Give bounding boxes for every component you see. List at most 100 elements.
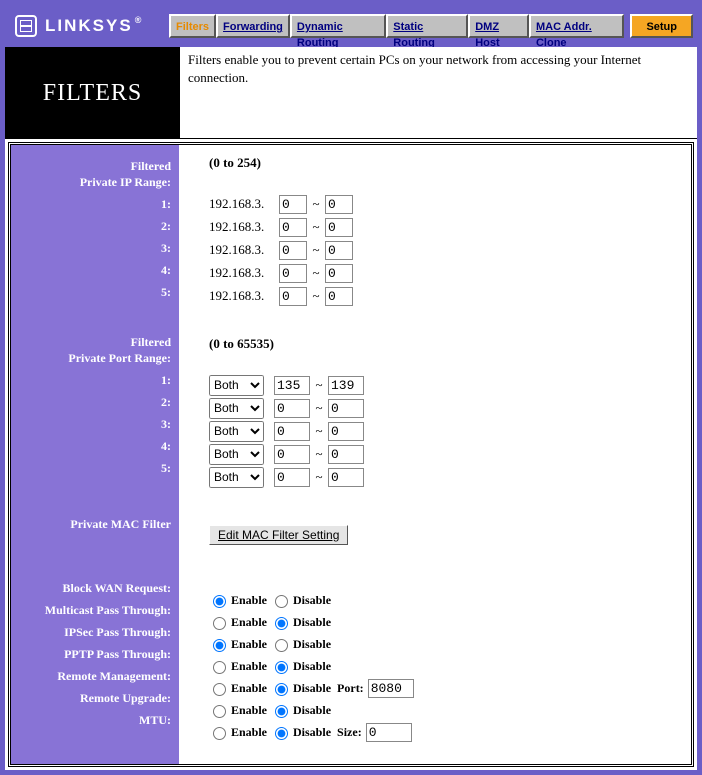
lbl-row3: 3: [15, 237, 171, 259]
block-wan-disable[interactable] [275, 595, 288, 608]
port5-from[interactable] [274, 468, 310, 487]
mtu-enable[interactable] [213, 727, 226, 740]
controls-column: (0 to 254) 192.168.3. ~ 192.168.3. ~ 192… [179, 145, 691, 764]
lbl-port-header2: Private Port Range: [15, 347, 171, 369]
port1-from[interactable] [274, 376, 310, 395]
lbl-prow1: 1: [15, 369, 171, 391]
lbl-prow3: 3: [15, 413, 171, 435]
ip1-from[interactable] [279, 195, 307, 214]
ip-prefix: 192.168.3. [209, 196, 279, 212]
tab-dynamic-routing[interactable]: Dynamic Routing [290, 14, 386, 38]
remote-mgmt-port[interactable] [368, 679, 414, 698]
port5-to[interactable] [328, 468, 364, 487]
proto5[interactable]: Both [209, 467, 264, 488]
ip1-to[interactable] [325, 195, 353, 214]
tab-setup[interactable]: Setup [630, 14, 693, 38]
page-title: FILTERS [5, 47, 180, 139]
ipsec-enable[interactable] [213, 639, 226, 652]
ip-range-hint: (0 to 254) [209, 155, 681, 177]
port3-to[interactable] [328, 422, 364, 441]
lbl-ipsec: IPSec Pass Through: [15, 621, 171, 643]
lbl-prow4: 4: [15, 435, 171, 457]
lbl-row4: 4: [15, 259, 171, 281]
remote-mgmt-enable[interactable] [213, 683, 226, 696]
ip3-from[interactable] [279, 241, 307, 260]
ip5-from[interactable] [279, 287, 307, 306]
row-remote-upgrade: Enable Disable [209, 699, 681, 721]
lbl-row2: 2: [15, 215, 171, 237]
brand-text: LINKSYS [45, 16, 133, 36]
edit-mac-button[interactable]: Edit MAC Filter Setting [209, 525, 348, 545]
port3-from[interactable] [274, 422, 310, 441]
port-row-5: Both ~ [209, 466, 681, 488]
lbl-pptp: PPTP Pass Through: [15, 643, 171, 665]
ip2-from[interactable] [279, 218, 307, 237]
block-wan-enable[interactable] [213, 595, 226, 608]
ip-row-3: 192.168.3. ~ [209, 239, 681, 261]
logo-icon [15, 15, 37, 37]
pptp-enable[interactable] [213, 661, 226, 674]
lbl-block-wan: Block WAN Request: [15, 577, 171, 599]
lbl-prow5: 5: [15, 457, 171, 479]
ip4-from[interactable] [279, 264, 307, 283]
tab-static-routing[interactable]: Static Routing [386, 14, 468, 38]
tab-forwarding[interactable]: Forwarding [216, 14, 290, 38]
lbl-mtu: MTU: [15, 709, 171, 731]
proto2[interactable]: Both [209, 398, 264, 419]
remote-upgrade-enable[interactable] [213, 705, 226, 718]
lbl-size: Size: [337, 725, 362, 740]
port-range-hint: (0 to 65535) [209, 336, 681, 358]
row-mtu: Enable Disable Size: [209, 721, 681, 743]
lbl-mac-filter: Private MAC Filter [15, 513, 171, 535]
ip-row-2: 192.168.3. ~ [209, 216, 681, 238]
row-block-wan: Enable Disable [209, 589, 681, 611]
port-row-2: Both ~ [209, 397, 681, 419]
port2-from[interactable] [274, 399, 310, 418]
row-remote-mgmt: Enable Disable Port: [209, 677, 681, 699]
ip3-to[interactable] [325, 241, 353, 260]
nav-tabs: Filters Forwarding Dynamic Routing Stati… [169, 14, 693, 38]
multicast-enable[interactable] [213, 617, 226, 630]
lbl-port: Port: [337, 681, 364, 696]
pptp-disable[interactable] [275, 661, 288, 674]
row-ipsec: Enable Disable [209, 633, 681, 655]
ipsec-disable[interactable] [275, 639, 288, 652]
brand-logo: LINKSYS ® [15, 15, 169, 37]
header-band: LINKSYS ® Filters Forwarding Dynamic Rou… [5, 5, 697, 47]
port-row-1: Both ~ [209, 374, 681, 396]
port1-to[interactable] [328, 376, 364, 395]
port-row-4: Both ~ [209, 443, 681, 465]
ip-row-4: 192.168.3. ~ [209, 262, 681, 284]
ip4-to[interactable] [325, 264, 353, 283]
lbl-row1: 1: [15, 193, 171, 215]
port-row-3: Both ~ [209, 420, 681, 442]
lbl-ip-header2: Private IP Range: [15, 171, 171, 193]
mtu-size[interactable] [366, 723, 412, 742]
ip-row-1: 192.168.3. ~ [209, 193, 681, 215]
tilde-icon: ~ [307, 196, 325, 212]
lbl-prow2: 2: [15, 391, 171, 413]
tab-dmz-host[interactable]: DMZ Host [468, 14, 529, 38]
brand-reg: ® [135, 15, 144, 25]
lbl-remote-upgrade: Remote Upgrade: [15, 687, 171, 709]
port4-from[interactable] [274, 445, 310, 464]
mtu-disable[interactable] [275, 727, 288, 740]
port4-to[interactable] [328, 445, 364, 464]
ip-row-5: 192.168.3. ~ [209, 285, 681, 307]
proto4[interactable]: Both [209, 444, 264, 465]
proto3[interactable]: Both [209, 421, 264, 442]
tab-mac-clone[interactable]: MAC Addr. Clone [529, 14, 624, 38]
lbl-row5: 5: [15, 281, 171, 303]
ip2-to[interactable] [325, 218, 353, 237]
lbl-multicast: Multicast Pass Through: [15, 599, 171, 621]
remote-upgrade-disable[interactable] [275, 705, 288, 718]
row-multicast: Enable Disable [209, 611, 681, 633]
row-pptp: Enable Disable [209, 655, 681, 677]
port2-to[interactable] [328, 399, 364, 418]
proto1[interactable]: Both [209, 375, 264, 396]
remote-mgmt-disable[interactable] [275, 683, 288, 696]
page-description: Filters enable you to prevent certain PC… [180, 47, 697, 139]
tab-filters[interactable]: Filters [169, 14, 216, 38]
ip5-to[interactable] [325, 287, 353, 306]
multicast-disable[interactable] [275, 617, 288, 630]
